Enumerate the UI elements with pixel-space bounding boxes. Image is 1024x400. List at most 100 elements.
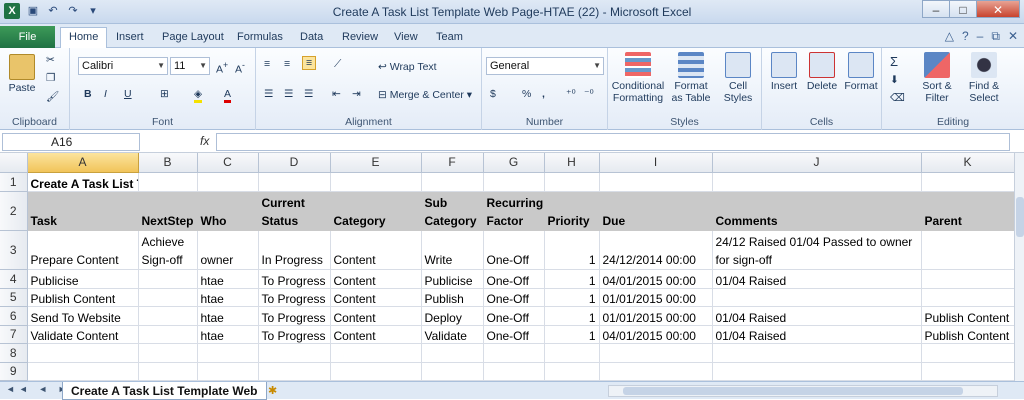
cell-g4[interactable]: One-Off: [483, 269, 545, 289]
cell-i8[interactable]: [599, 343, 713, 363]
comma-button[interactable]: ,: [542, 88, 545, 100]
cell-j3[interactable]: 24/12 Raised 01/04 Passed to owner for s…: [712, 230, 922, 271]
cell-e9[interactable]: [330, 362, 422, 381]
cell-h6[interactable]: 1: [544, 306, 600, 326]
scroll-thumb[interactable]: [1016, 197, 1024, 237]
tab-view[interactable]: View: [394, 28, 418, 48]
cell-c1[interactable]: [197, 172, 259, 193]
cell-f4[interactable]: Publicise: [421, 269, 484, 289]
cell-j1[interactable]: [712, 172, 922, 193]
merge-center-button[interactable]: ⊟ Merge & Center ▾: [378, 89, 472, 101]
row-header[interactable]: 2: [0, 191, 28, 232]
cell-c7[interactable]: htae: [197, 325, 259, 345]
cell-d7[interactable]: To Progress: [258, 325, 331, 345]
close-button[interactable]: ✕: [976, 0, 1020, 18]
cell-a7[interactable]: Validate Content: [27, 325, 139, 345]
cell-e8[interactable]: [330, 343, 422, 363]
wrap-text-button[interactable]: ↩ Wrap Text: [378, 61, 437, 73]
cell-f3[interactable]: Write: [421, 230, 484, 271]
cell-b3[interactable]: Achieve Sign-off: [138, 230, 198, 271]
cell-a4[interactable]: Publicise: [27, 269, 139, 289]
cell-c2[interactable]: Who: [197, 191, 259, 232]
sheet-tab[interactable]: Create A Task List Template Web: [62, 382, 267, 400]
cell-i9[interactable]: [599, 362, 713, 381]
insert-sheet-icon[interactable]: ✱: [268, 384, 277, 397]
align-top-icon[interactable]: ≡: [264, 58, 270, 70]
percent-button[interactable]: %: [522, 88, 531, 100]
row-header[interactable]: 4: [0, 269, 28, 289]
cell-g6[interactable]: One-Off: [483, 306, 545, 326]
autosum-button[interactable]: Σ: [890, 54, 898, 69]
cell-f1[interactable]: [421, 172, 484, 193]
cell-f2[interactable]: Sub Category: [421, 191, 484, 232]
cell-d1[interactable]: [258, 172, 331, 193]
cell-c6[interactable]: htae: [197, 306, 259, 326]
cell-a3[interactable]: Prepare Content: [27, 230, 139, 271]
cell-e1[interactable]: [330, 172, 422, 193]
column-header-c[interactable]: C: [197, 153, 259, 173]
cell-d4[interactable]: To Progress: [258, 269, 331, 289]
column-header-a[interactable]: A: [27, 153, 139, 173]
cell-k2[interactable]: Parent: [921, 191, 1015, 232]
align-bottom-icon[interactable]: ≡: [302, 56, 317, 70]
decrease-decimal-icon[interactable]: ⁻⁰: [584, 88, 594, 100]
cell-k1[interactable]: [921, 172, 1015, 193]
clear-icon[interactable]: ⌫: [890, 92, 905, 104]
close-workbook-icon[interactable]: ✕: [1008, 29, 1018, 44]
currency-button[interactable]: $: [490, 88, 496, 100]
sort-filter-button[interactable]: Sort & Filter: [914, 52, 960, 104]
font-name-select[interactable]: Calibri ▼: [78, 57, 168, 75]
column-header-j[interactable]: J: [712, 153, 922, 173]
conditional-formatting-button[interactable]: Conditional Formatting: [610, 52, 666, 104]
cell-e5[interactable]: Content: [330, 288, 422, 308]
cell-h8[interactable]: [544, 343, 600, 363]
cut-icon[interactable]: ✂: [46, 54, 55, 66]
underline-button[interactable]: U: [124, 88, 132, 100]
horizontal-scrollbar[interactable]: [608, 385, 998, 397]
row-header[interactable]: 9: [0, 362, 28, 381]
cell-f9[interactable]: [421, 362, 484, 381]
cell-c8[interactable]: [197, 343, 259, 363]
cell-d5[interactable]: To Progress: [258, 288, 331, 308]
cell-g8[interactable]: [483, 343, 545, 363]
column-header-e[interactable]: E: [330, 153, 422, 173]
tab-team[interactable]: Team: [436, 28, 463, 48]
cell-b1[interactable]: [138, 172, 198, 193]
cell-e3[interactable]: Content: [330, 230, 422, 271]
number-format-select[interactable]: General ▼: [486, 57, 604, 75]
increase-decimal-icon[interactable]: ⁺⁰: [566, 88, 576, 100]
cell-j8[interactable]: [712, 343, 922, 363]
cell-b8[interactable]: [138, 343, 198, 363]
fill-icon[interactable]: ⬇: [890, 74, 899, 86]
collapse-ribbon-icon[interactable]: △: [945, 29, 954, 44]
cell-b4[interactable]: [138, 269, 198, 289]
cell-b7[interactable]: [138, 325, 198, 345]
column-header-b[interactable]: B: [138, 153, 198, 173]
fill-color-icon[interactable]: ◈: [194, 88, 203, 103]
help-icon[interactable]: ?: [962, 29, 969, 44]
tab-page-layout[interactable]: Page Layout: [162, 28, 224, 48]
column-header-k[interactable]: K: [921, 153, 1015, 173]
cell-g7[interactable]: One-Off: [483, 325, 545, 345]
cell-b2[interactable]: NextStep: [138, 191, 198, 232]
cell-i4[interactable]: 04/01/2015 00:00: [599, 269, 713, 289]
cell-i6[interactable]: 01/01/2015 00:00: [599, 306, 713, 326]
cell-c9[interactable]: [197, 362, 259, 381]
align-right-icon[interactable]: ☰: [304, 88, 313, 100]
cell-a8[interactable]: [27, 343, 139, 363]
cell-e2[interactable]: Category: [330, 191, 422, 232]
cell-a9[interactable]: [27, 362, 139, 381]
cell-j7[interactable]: 01/04 Raised: [712, 325, 922, 345]
cell-d6[interactable]: To Progress: [258, 306, 331, 326]
cell-c5[interactable]: htae: [197, 288, 259, 308]
cell-j2[interactable]: Comments: [712, 191, 922, 232]
minimize-button[interactable]: –: [922, 0, 950, 18]
align-middle-icon[interactable]: ≡: [284, 58, 290, 70]
cell-f8[interactable]: [421, 343, 484, 363]
bold-button[interactable]: B: [84, 88, 92, 100]
borders-icon[interactable]: ⊞: [160, 88, 169, 100]
insert-function-button[interactable]: fx: [200, 134, 209, 148]
tab-review[interactable]: Review: [342, 28, 378, 48]
cell-i7[interactable]: 04/01/2015 00:00: [599, 325, 713, 345]
format-painter-icon[interactable]: 🖌: [46, 90, 59, 103]
